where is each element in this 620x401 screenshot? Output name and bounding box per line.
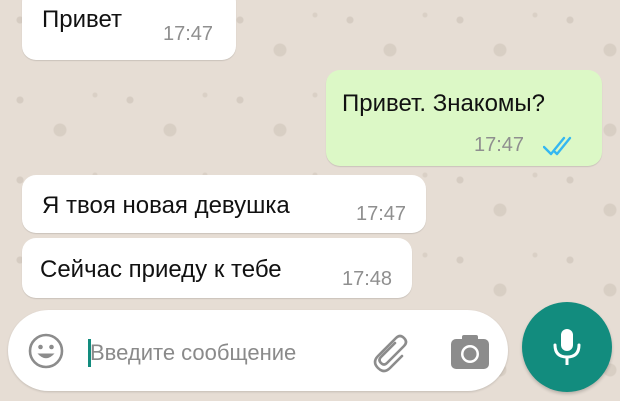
- message-time: 17:47: [356, 203, 407, 225]
- message-time: 17:47: [163, 23, 214, 45]
- camera-icon[interactable]: [448, 330, 492, 374]
- emoji-icon[interactable]: [26, 331, 66, 371]
- message-text: Сейчас приеду к тебе: [40, 256, 282, 283]
- message-text: Я твоя новая девушка: [42, 192, 290, 219]
- message-time: 17:48: [342, 268, 393, 290]
- message-text: Привет: [42, 6, 123, 33]
- double-check-icon: [543, 136, 572, 156]
- message-composer[interactable]: Введите сообщение: [8, 310, 508, 391]
- paperclip-icon[interactable]: [372, 330, 416, 374]
- incoming-message[interactable]: Я твоя новая девушка 17:47: [22, 175, 426, 233]
- message-text: Привет. Знакомы?: [342, 90, 546, 117]
- incoming-message[interactable]: Привет 17:47: [22, 0, 236, 60]
- incoming-message[interactable]: Сейчас приеду к тебе 17:48: [22, 238, 412, 298]
- message-input[interactable]: Введите сообщение: [90, 340, 296, 366]
- message-time: 17:47: [474, 134, 525, 156]
- outgoing-message[interactable]: Привет. Знакомы? 17:47: [326, 70, 602, 166]
- microphone-button[interactable]: [522, 302, 612, 392]
- microphone-icon: [553, 329, 581, 365]
